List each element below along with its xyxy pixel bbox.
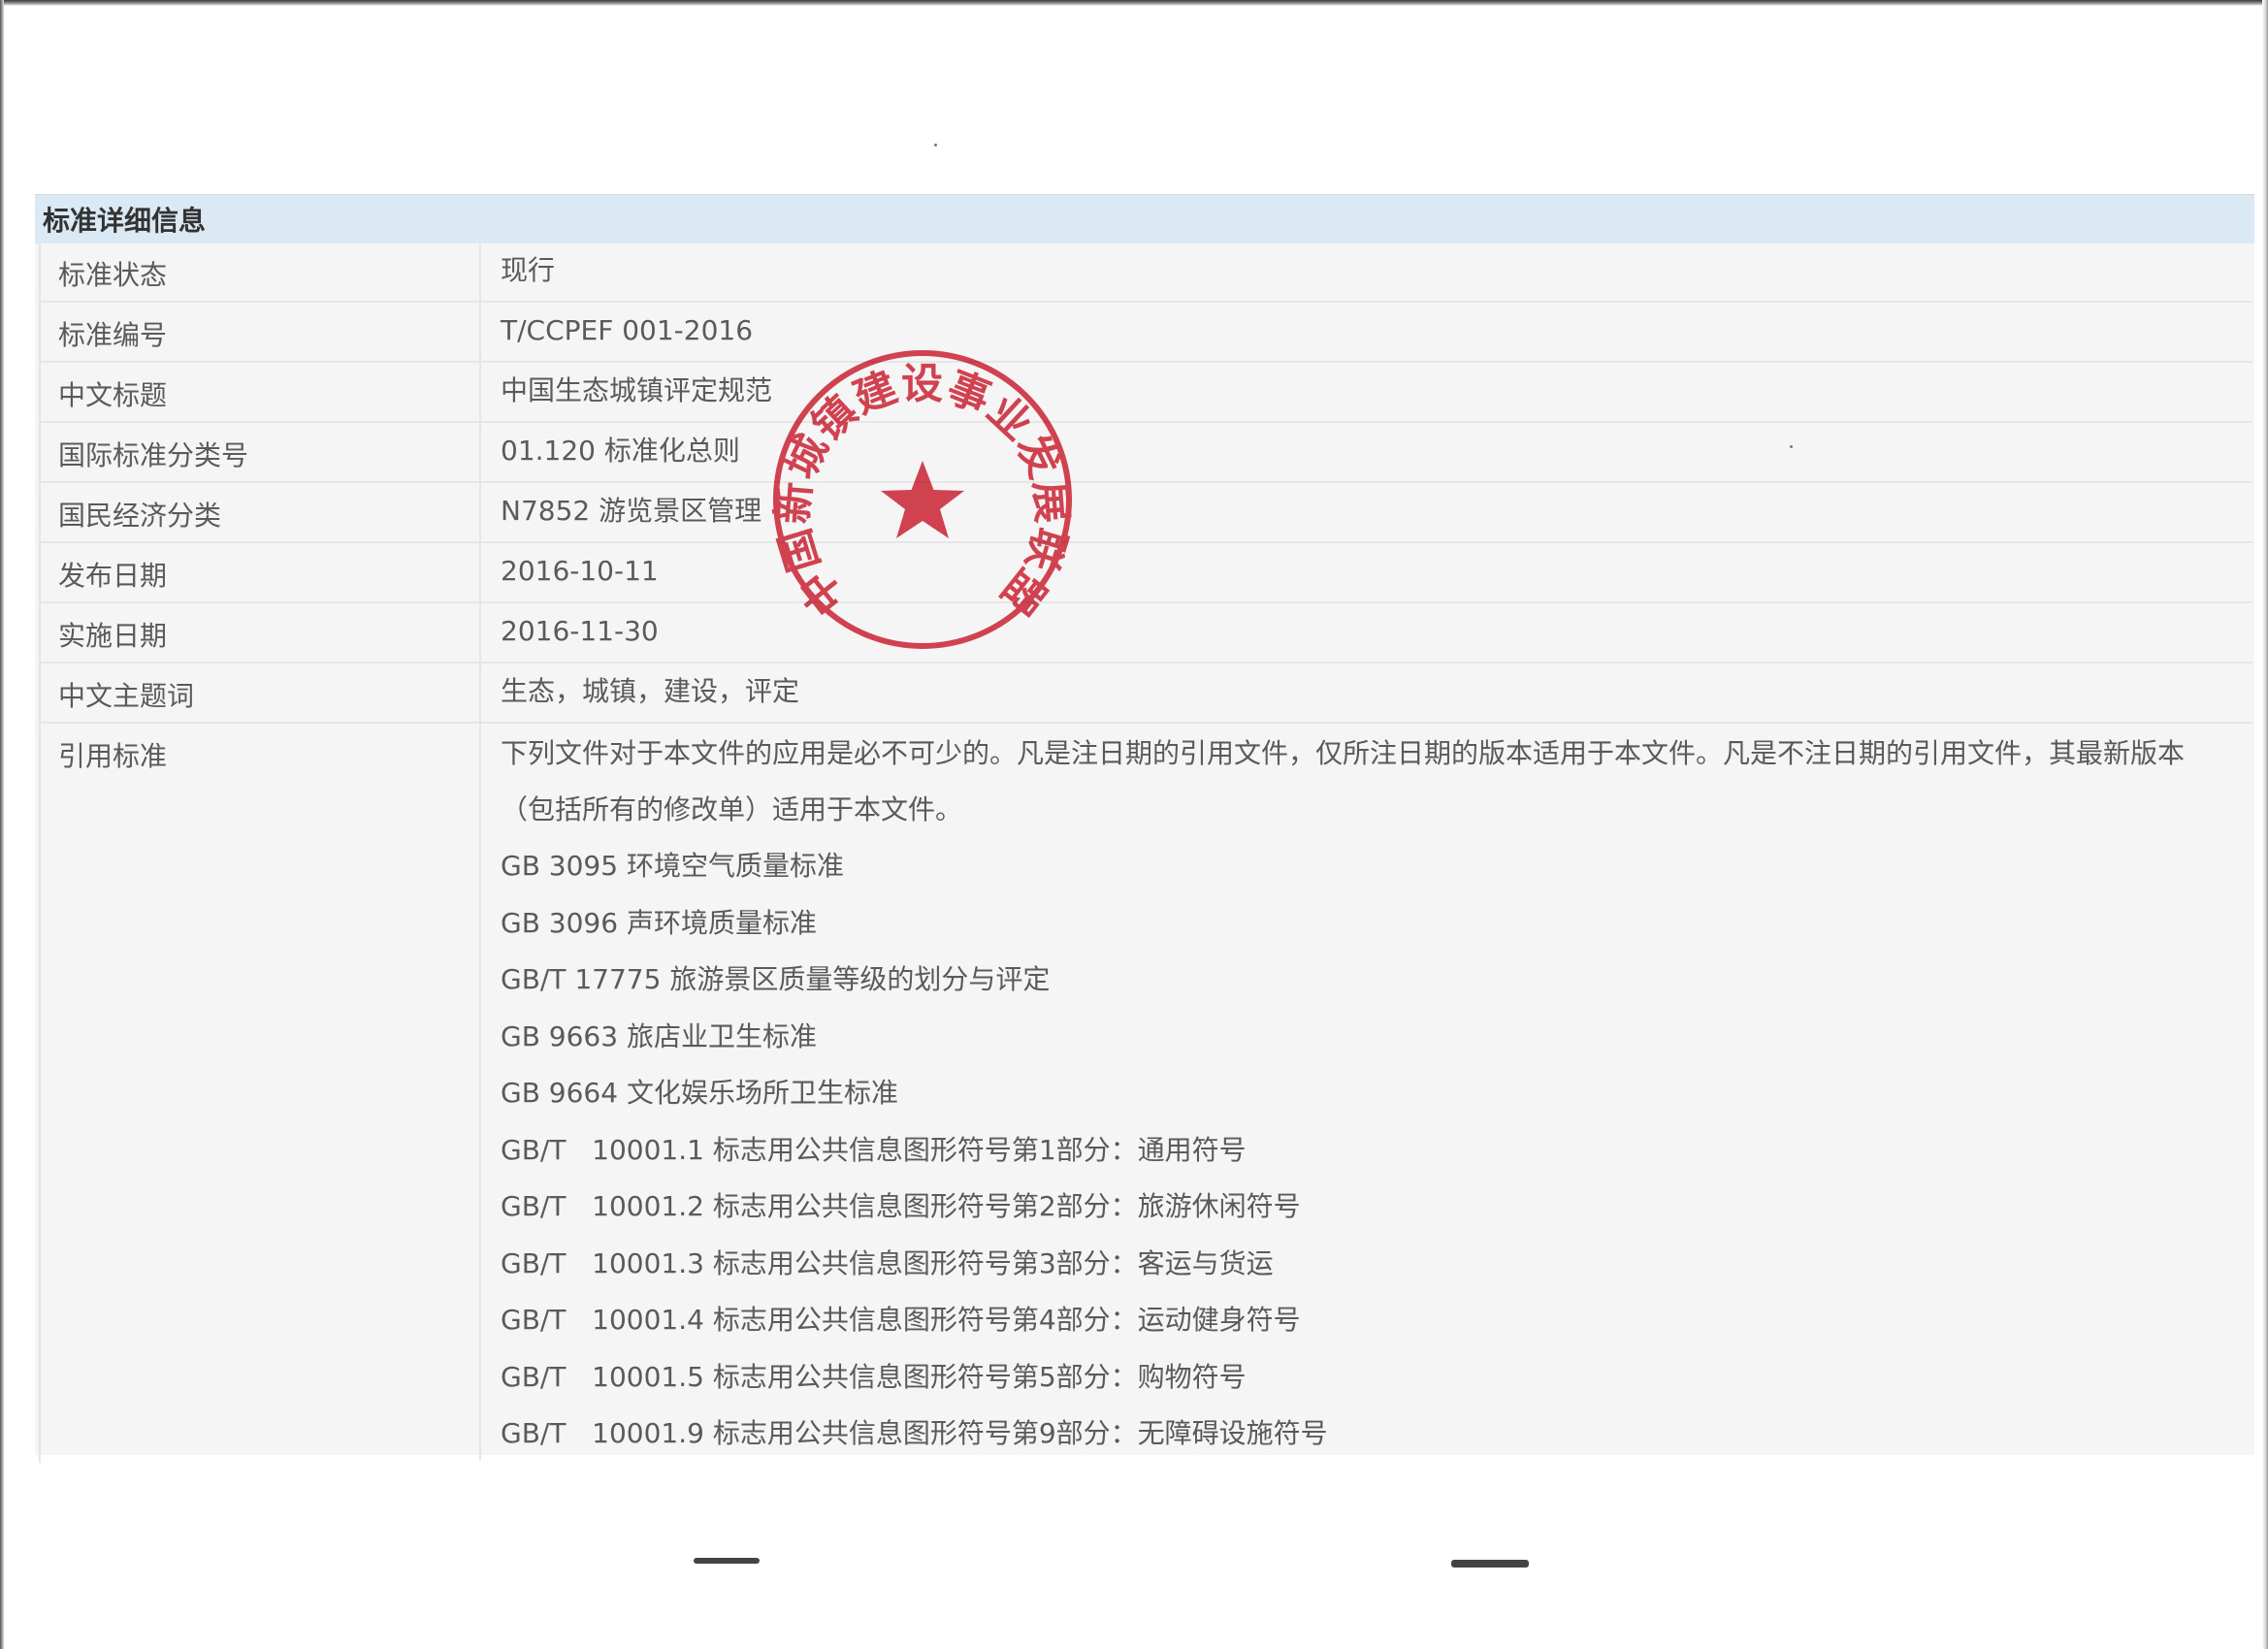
references-list: 下列文件对于本文件的应用是必不可少的。凡是注日期的引用文件，仅所注日期的版本适用… [481, 724, 2252, 1463]
row-ics-number: 国际标准分类号 01.120 标准化总则 [41, 423, 2252, 483]
detail-table: 标准状态 现行 标准编号 T/CCPEF 001-2016 中文标题 中国生态城… [39, 242, 2252, 1463]
row-value: 2016-10-11 [501, 555, 659, 587]
row-references: 引用标准 下列文件对于本文件的应用是必不可少的。凡是注日期的引用文件，仅所注日期… [41, 724, 2252, 1463]
row-label: 中文主题词 [41, 663, 481, 722]
row-status: 标准状态 现行 [41, 242, 2252, 303]
reference-item: GB/T 10001.1 标志用公共信息图形符号第1部分：通用符号 [501, 1133, 1247, 1166]
star-icon [881, 461, 964, 538]
row-publish-date: 发布日期 2016-10-11 [41, 543, 2252, 603]
row-value: N7852 游览景区管理 [501, 495, 762, 527]
row-label: 标准状态 [41, 242, 481, 301]
panel-title: 标准详细信息 [43, 205, 207, 237]
row-value: T/CCPEF 001-2016 [501, 314, 754, 346]
row-keywords: 中文主题词 生态，城镇，建设，评定 [41, 663, 2252, 724]
reference-item: GB 9664 文化娱乐场所卫生标准 [501, 1077, 898, 1109]
row-economic-class: 国民经济分类 N7852 游览景区管理 [41, 483, 2252, 543]
standard-detail-panel: 标准详细信息 标准状态 现行 标准编号 T/CCPEF 001-2016 中文标… [35, 194, 2254, 1463]
row-label: 发布日期 [41, 543, 481, 601]
references-intro: 下列文件对于本文件的应用是必不可少的。凡是注日期的引用文件，仅所注日期的版本适用… [501, 737, 2186, 825]
scan-speck [934, 144, 937, 146]
panel-body: 标准状态 现行 标准编号 T/CCPEF 001-2016 中文标题 中国生态城… [35, 242, 2254, 1463]
reference-item: GB 3095 环境空气质量标准 [501, 850, 844, 882]
scan-edge-left [0, 0, 4, 1649]
reference-item: GB/T 17775 旅游景区质量等级的划分与评定 [501, 963, 1051, 995]
reference-item: GB/T 10001.4 标志用公共信息图形符号第4部分：运动健身符号 [501, 1304, 1301, 1336]
panel-header: 标准详细信息 [35, 194, 2254, 243]
reference-item: GB 3096 声环境质量标准 [501, 906, 817, 939]
reference-item: GB/T 10001.5 标志用公共信息图形符号第5部分：购物符号 [501, 1360, 1247, 1393]
official-seal-stamp: 中国新城镇建设事业发展联盟 [769, 350, 1075, 649]
reference-item: GB/T 10001.9 标志用公共信息图形符号第9部分：无障碍设施符号 [501, 1417, 1328, 1449]
row-label: 国际标准分类号 [41, 423, 481, 481]
scan-edge-top [0, 0, 2268, 6]
reference-item: GB/T 10001.2 标志用公共信息图形符号第2部分：旅游休闲符号 [501, 1190, 1301, 1222]
row-value: 中国生态城镇评定规范 [501, 374, 773, 406]
row-label: 引用标准 [41, 724, 481, 1461]
reference-item: GB/T 10001.3 标志用公共信息图形符号第3部分：客运与货运 [501, 1246, 1274, 1279]
row-value: 生态，城镇，建设，评定 [501, 675, 800, 707]
row-implement-date: 实施日期 2016-11-30 [41, 603, 2252, 663]
row-label: 实施日期 [41, 603, 481, 662]
scan-smudge [694, 1558, 760, 1564]
scan-smudge [1451, 1560, 1529, 1568]
row-value: 01.120 标准化总则 [501, 435, 740, 467]
row-chinese-title: 中文标题 中国生态城镇评定规范 [41, 363, 2252, 423]
row-value: 现行 [501, 254, 556, 286]
scan-speck [1790, 445, 1793, 448]
scan-edge-right [2262, 0, 2268, 1649]
row-label: 中文标题 [41, 363, 481, 421]
row-label: 标准编号 [41, 303, 481, 361]
reference-item: GB 9663 旅店业卫生标准 [501, 1019, 817, 1052]
row-value: 2016-11-30 [501, 615, 659, 647]
row-label: 国民经济分类 [41, 483, 481, 541]
row-standard-number: 标准编号 T/CCPEF 001-2016 [41, 303, 2252, 363]
